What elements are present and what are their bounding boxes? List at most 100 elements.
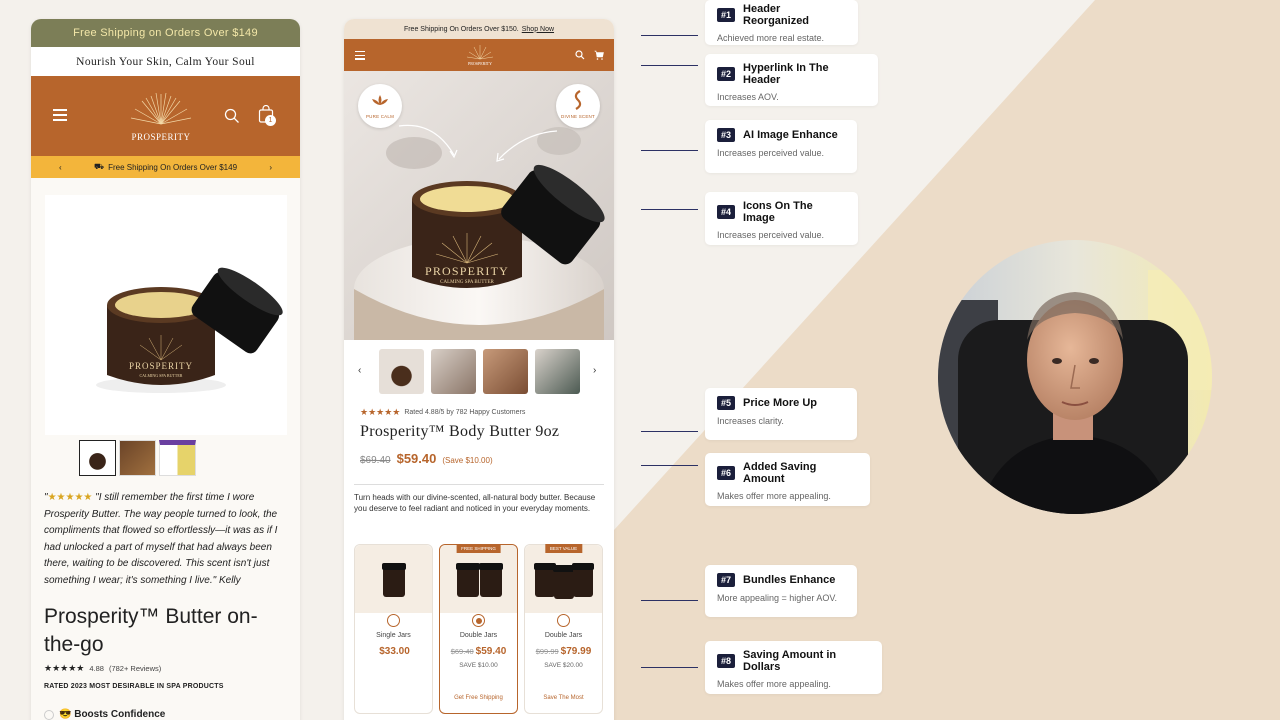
connector-line	[641, 431, 698, 432]
bundle-radio[interactable]	[557, 614, 570, 627]
award-text: RATED 2023 MOST DESIRABLE IN SPA PRODUCT…	[44, 683, 224, 690]
thumbnail-strip	[79, 440, 196, 476]
search-icon[interactable]	[224, 108, 240, 124]
annotation-subtitle: Makes offer more appealing.	[717, 679, 831, 689]
jar-icon	[382, 563, 406, 597]
annotation-card-4: #4 Icons On The Image Increases perceived…	[705, 192, 858, 245]
rating-text: Rated 4.88/5 by 782 Happy Customers	[404, 409, 526, 416]
lotus-icon	[372, 95, 388, 105]
thumbnail[interactable]	[483, 349, 528, 394]
annotation-card-5: #5 Price More Up Increases clarity.	[705, 388, 857, 440]
product-title: Prosperity™ Butter on-the-go	[44, 605, 258, 656]
menu-icon[interactable]	[53, 109, 67, 121]
annotation-number: #3	[717, 128, 736, 142]
annotation-subtitle: Achieved more real estate.	[717, 33, 825, 43]
bundle-price: $69.40 $59.40	[450, 646, 507, 657]
hero-product-image[interactable]: PROSPERITY CALMING SPA BUTTER PURE CALM …	[344, 71, 614, 340]
benefit-row: 😎 Boosts Confidence	[44, 709, 165, 720]
annotation-number: #6	[717, 466, 736, 480]
product-title: Prosperity™ Body Butter 9oz	[360, 423, 560, 440]
sunburst-logo-icon[interactable]: PROSPERITY	[462, 43, 498, 67]
connector-line	[641, 465, 698, 466]
annotation-card-1: #1 Header Reorganized Achieved more real …	[705, 0, 858, 45]
chevron-left-icon[interactable]: ‹	[59, 163, 62, 172]
bundle-image: FREE SHIPPING	[440, 544, 517, 613]
cart-count-badge: 1	[265, 115, 276, 126]
review-stars-icon: ★★★★★	[47, 492, 93, 503]
presenter-image	[938, 240, 1212, 514]
scent-swirl-icon	[574, 90, 582, 110]
jar-label: PROSPERITY	[425, 264, 509, 278]
search-icon[interactable]	[575, 50, 585, 60]
bundle-option-double[interactable]: FREE SHIPPING Double Jars $69.40 $59.40 S…	[439, 544, 518, 714]
thumbnail[interactable]	[379, 349, 424, 394]
menu-icon[interactable]	[355, 51, 365, 62]
chevron-left-icon[interactable]: ‹	[358, 365, 361, 376]
annotation-subtitle: Increases perceived value.	[717, 230, 825, 240]
annotation-subtitle: Increases AOV.	[717, 92, 779, 102]
bundle-radio-selected[interactable]	[472, 614, 485, 627]
truck-icon: ⛟	[93, 162, 105, 171]
sunburst-logo-icon	[130, 92, 192, 125]
connector-line	[641, 35, 698, 36]
thumbnail[interactable]	[79, 440, 116, 476]
annotation-card-6: #6 Added Saving Amount Makes offer more a…	[705, 453, 870, 506]
bundle-cta[interactable]: Save The Most	[525, 695, 602, 701]
thumbnail[interactable]	[119, 440, 156, 476]
jar-sublabel: CALMING SPA BUTTER	[440, 280, 494, 285]
bundle-radio[interactable]	[387, 614, 400, 627]
promo-carousel-bar: ‹ ⛟ Free Shipping On Orders Over $149 ›	[31, 156, 300, 178]
shipping-bar: Free Shipping on Orders Over $149	[31, 19, 300, 47]
thumbnail[interactable]	[431, 349, 476, 394]
bundle-name: Double Jars	[459, 632, 498, 639]
product-image[interactable]: PROSPERITY CALMING SPA BUTTER	[45, 195, 287, 435]
compare-at-price: $69.40	[360, 455, 391, 466]
rating-row: ★★★★★ Rated 4.88/5 by 782 Happy Customer…	[360, 407, 525, 418]
before-phone-mockup: Free Shipping on Orders Over $149 Nouris…	[31, 19, 300, 720]
store-header: PROSPERITY	[344, 39, 614, 71]
badge-label: PURE CALM	[365, 114, 395, 119]
annotation-title: Price More Up	[743, 397, 817, 409]
divider	[354, 484, 604, 485]
annotation-title: Hyperlink In The Header	[743, 62, 829, 86]
annotation-number: #7	[717, 573, 736, 587]
check-circle-icon	[44, 709, 54, 720]
annotation-number: #1	[717, 8, 736, 22]
annotation-number: #4	[717, 205, 736, 219]
promo-text: Free Shipping On Orders Over $149	[108, 162, 238, 172]
bundle-option-single[interactable]: Single Jars $33.00	[354, 544, 433, 714]
after-phone-mockup: Free Shipping On Orders Over $150. Shop …	[344, 19, 614, 720]
connector-line	[641, 667, 698, 668]
rating-stars-icon: ★★★★★	[44, 663, 85, 673]
annotation-title: Added Saving Amount	[743, 461, 817, 485]
chevron-right-icon[interactable]: ›	[593, 365, 596, 376]
bundle-price: $33.00	[379, 646, 410, 657]
thumbnail[interactable]	[159, 440, 196, 476]
testimonial-quote: "★★★★★ "I still remember the first time …	[44, 490, 289, 589]
price-row: $69.40 $59.40 (Save $10.00)	[360, 451, 493, 466]
presenter-webcam	[938, 240, 1212, 514]
divine-scent-badge: DIVINE SCENT	[556, 84, 600, 128]
annotation-title: Icons On The Image	[743, 200, 813, 224]
bundle-option-best-value[interactable]: BEST VALUE Double Jars $99.99 $79.99 SAVE…	[524, 544, 603, 714]
brand-logo[interactable]: PROSPERITY	[121, 90, 201, 142]
annotation-card-7: #7 Bundles Enhance More appealing = highe…	[705, 565, 857, 617]
annotation-title: AI Image Enhance	[743, 129, 838, 141]
annotation-number: #5	[717, 396, 736, 410]
bundle-price: $99.99 $79.99	[535, 646, 592, 657]
badge-label: DIVINE SCENT	[561, 114, 595, 119]
annotation-card-3: #3 AI Image Enhance Increases perceived v…	[705, 120, 857, 173]
jars-icon	[534, 563, 594, 599]
rating-row: ★★★★★ 4.88 (782+ Reviews)	[44, 663, 161, 674]
bundle-image: BEST VALUE	[525, 544, 602, 613]
thumbnail[interactable]	[535, 349, 580, 394]
chevron-right-icon[interactable]: ›	[269, 163, 272, 172]
shipping-bar: Free Shipping On Orders Over $150. Shop …	[344, 19, 614, 39]
logo-text: PROSPERITY	[468, 61, 492, 66]
logo-text: PROSPERITY	[131, 132, 191, 142]
bundle-name: Single Jars	[376, 632, 411, 639]
bundle-cta[interactable]: Get Free Shipping	[440, 695, 517, 701]
bundle-save: SAVE $20.00	[544, 662, 583, 669]
cart-icon[interactable]	[594, 50, 604, 60]
shop-now-link[interactable]: Shop Now	[522, 26, 554, 33]
